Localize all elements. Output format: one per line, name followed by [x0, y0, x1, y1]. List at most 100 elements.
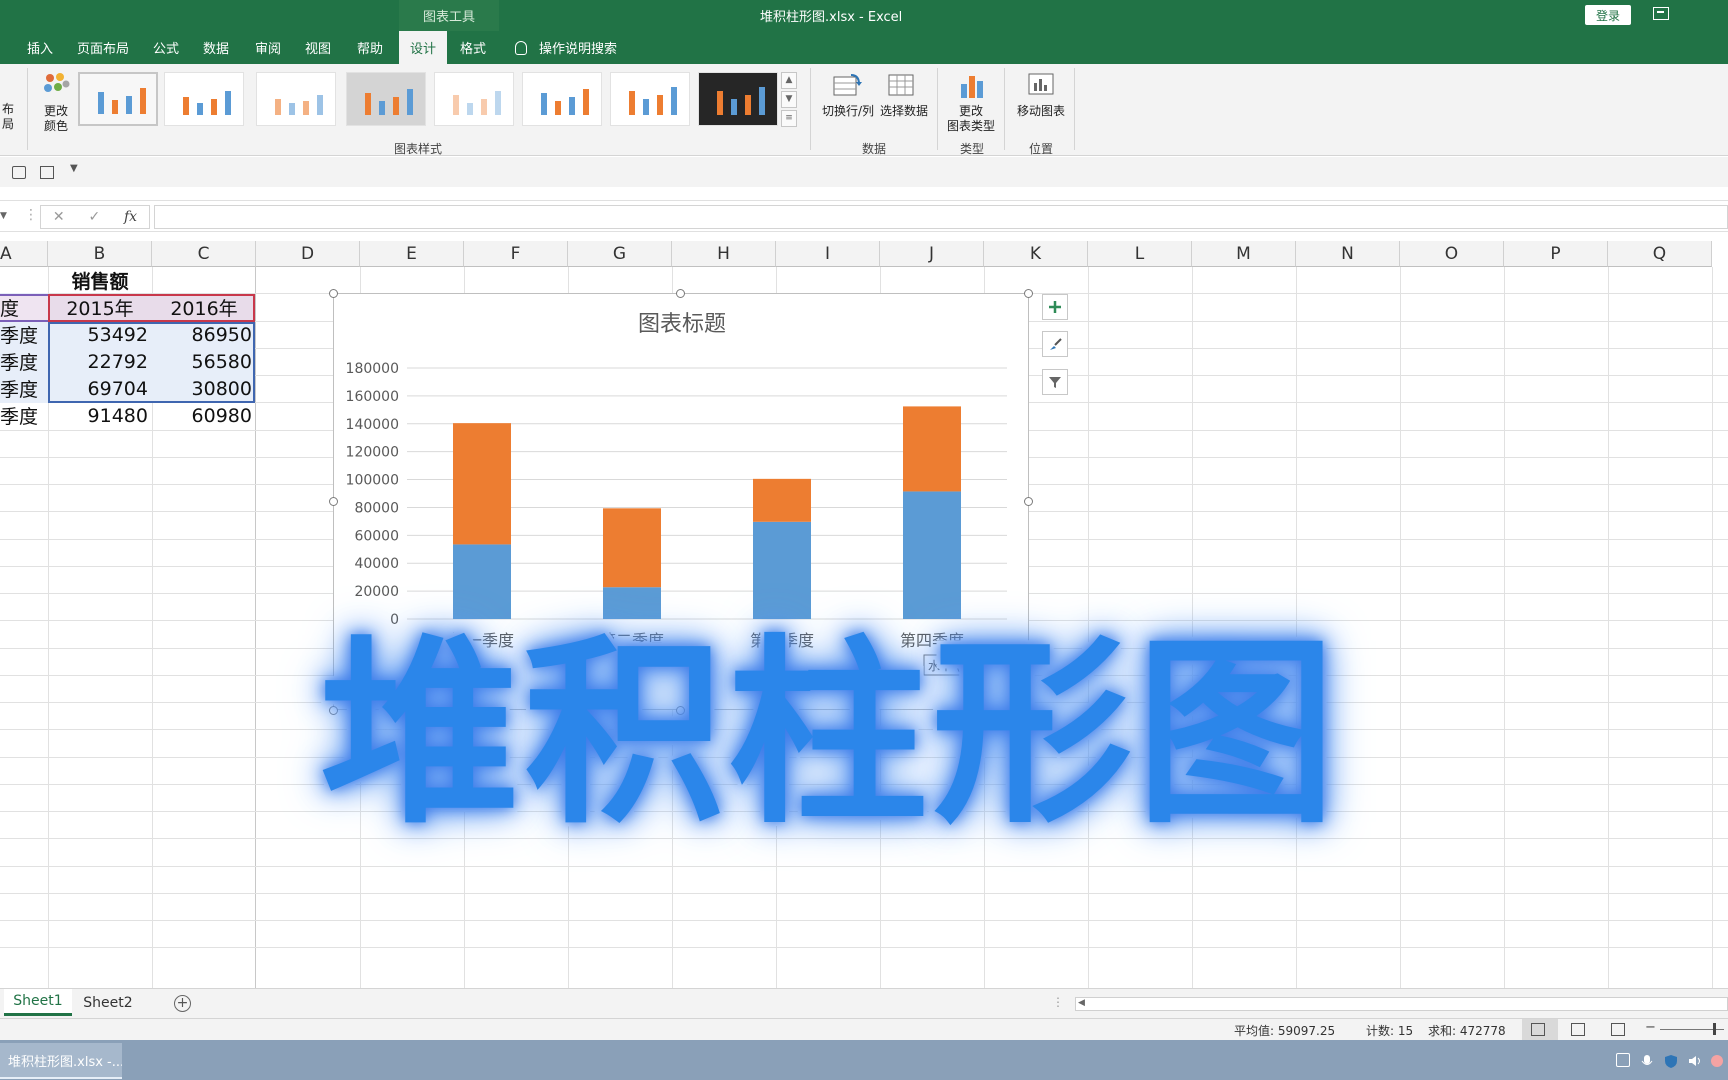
page-layout-view-icon[interactable]: [1571, 1023, 1585, 1036]
move-chart-button[interactable]: 移动图表: [1014, 104, 1068, 119]
column-header-m[interactable]: M: [1192, 241, 1296, 267]
switch-row-column-button[interactable]: 切换行/列: [820, 104, 876, 119]
zoom-out-icon[interactable]: −: [1645, 1020, 1656, 1035]
table-cell-value[interactable]: 86950: [152, 321, 256, 348]
app-tray-icon[interactable]: [1710, 1053, 1724, 1067]
chart-style-7[interactable]: [610, 72, 690, 126]
zoom-slider-thumb[interactable]: [1713, 1023, 1716, 1035]
table-row-label[interactable]: 季度: [0, 375, 48, 402]
cancel-icon[interactable]: ✕: [53, 209, 65, 225]
change-chart-type-button[interactable]: 更改 图表类型: [945, 104, 997, 134]
column-header-b[interactable]: B: [48, 241, 152, 267]
column-header-q[interactable]: Q: [1608, 241, 1712, 267]
tab-view[interactable]: 视图: [300, 31, 336, 64]
table-cell-value[interactable]: 22792: [48, 348, 152, 375]
column-header-n[interactable]: N: [1296, 241, 1400, 267]
tab-format[interactable]: 格式: [455, 31, 491, 64]
volume-icon[interactable]: [1688, 1053, 1702, 1067]
taskbar-excel-item[interactable]: 堆积柱形图.xlsx -...: [0, 1043, 122, 1079]
chart-style-2[interactable]: [164, 72, 244, 126]
chart-style-3[interactable]: [256, 72, 336, 126]
table-row-label[interactable]: 季度: [0, 321, 48, 348]
change-colors-label: 更改: [43, 104, 68, 118]
tab-splitter-icon[interactable]: ⋮: [1052, 995, 1064, 1009]
table-cell-value[interactable]: 30800: [152, 375, 256, 402]
table-cell-value[interactable]: 60980: [152, 402, 256, 429]
enter-icon[interactable]: ✓: [88, 209, 100, 225]
column-header-f[interactable]: F: [464, 241, 568, 267]
gallery-up-icon[interactable]: ▲: [781, 72, 797, 89]
table-row-label[interactable]: 季度: [0, 348, 48, 375]
chart-style-6[interactable]: [522, 72, 602, 126]
chart-resize-handle[interactable]: [329, 497, 338, 506]
quick-layout-fragment[interactable]: 布局: [0, 102, 16, 132]
gallery-down-icon[interactable]: ▼: [781, 91, 797, 108]
chart-styles-button[interactable]: [1042, 331, 1068, 357]
change-colors-button[interactable]: 更改 颜色: [36, 104, 76, 134]
add-sheet-icon[interactable]: +: [174, 995, 191, 1012]
column-header-a[interactable]: A: [0, 241, 48, 267]
column-header-o[interactable]: O: [1400, 241, 1504, 267]
keyboard-icon[interactable]: [1616, 1053, 1630, 1067]
chart-elements-button[interactable]: [1042, 294, 1068, 320]
column-header-c[interactable]: C: [152, 241, 256, 267]
chart-tools-context-label: 图表工具: [399, 0, 499, 31]
column-header-g[interactable]: G: [568, 241, 672, 267]
column-header-d[interactable]: D: [256, 241, 360, 267]
chart-style-8[interactable]: [698, 72, 778, 126]
table-header-2016[interactable]: 2016年: [152, 294, 256, 321]
status-sum[interactable]: 求和: 472778: [1428, 1022, 1506, 1039]
table-cell-value[interactable]: 69704: [48, 375, 152, 402]
chart-style-5[interactable]: [434, 72, 514, 126]
status-average[interactable]: 平均值: 59097.25: [1234, 1022, 1335, 1039]
tab-help[interactable]: 帮助: [352, 31, 388, 64]
table-title[interactable]: 销售额: [48, 267, 152, 294]
column-header-j[interactable]: J: [880, 241, 984, 267]
table-header-2015[interactable]: 2015年: [48, 294, 152, 321]
column-header-p[interactable]: P: [1504, 241, 1608, 267]
tab-data[interactable]: 数据: [198, 31, 234, 64]
print-preview-icon[interactable]: [12, 166, 26, 179]
normal-view-icon[interactable]: [1531, 1023, 1545, 1036]
table-row-label[interactable]: 季度: [0, 402, 48, 429]
ribbon-display-options-icon[interactable]: [1653, 7, 1669, 20]
select-data-button[interactable]: 选择数据: [878, 104, 930, 119]
tell-me-search[interactable]: 操作说明搜索: [515, 31, 617, 64]
name-box-dropdown-icon[interactable]: ▼: [0, 211, 7, 221]
table-cell-value[interactable]: 91480: [48, 402, 152, 429]
tab-review[interactable]: 审阅: [250, 31, 286, 64]
formula-input[interactable]: [154, 205, 1728, 229]
chart-resize-handle[interactable]: [329, 289, 338, 298]
microphone-icon[interactable]: [1640, 1053, 1654, 1067]
tab-insert[interactable]: 插入: [22, 31, 58, 64]
chart-resize-handle[interactable]: [1024, 497, 1033, 506]
tab-formulas[interactable]: 公式: [148, 31, 184, 64]
tab-page-layout[interactable]: 页面布局: [72, 31, 134, 64]
qat-dropdown-icon[interactable]: ▼: [70, 163, 78, 174]
scroll-left-icon[interactable]: ◀: [1078, 998, 1085, 1008]
sheet-tab-1[interactable]: Sheet1: [4, 989, 72, 1016]
column-header-k[interactable]: K: [984, 241, 1088, 267]
chart-style-1[interactable]: [78, 72, 158, 126]
table-cell-value[interactable]: 53492: [48, 321, 152, 348]
table-header-a[interactable]: 度: [0, 294, 48, 321]
tab-design[interactable]: 设计: [399, 31, 447, 64]
login-button[interactable]: 登录: [1585, 5, 1631, 25]
column-header-l[interactable]: L: [1088, 241, 1192, 267]
chart-filters-button[interactable]: [1042, 369, 1068, 395]
security-icon[interactable]: [1664, 1053, 1678, 1068]
column-header-e[interactable]: E: [360, 241, 464, 267]
chart-resize-handle[interactable]: [676, 289, 685, 298]
column-header-i[interactable]: I: [776, 241, 880, 267]
chart-element-icon[interactable]: [40, 166, 54, 179]
sheet-tab-2[interactable]: Sheet2: [76, 989, 140, 1016]
status-count[interactable]: 计数: 15: [1366, 1022, 1413, 1039]
horizontal-scrollbar[interactable]: ◀: [1075, 997, 1728, 1011]
table-cell-value[interactable]: 56580: [152, 348, 256, 375]
gallery-more-icon[interactable]: ≡: [781, 110, 797, 127]
column-header-h[interactable]: H: [672, 241, 776, 267]
chart-resize-handle[interactable]: [1024, 289, 1033, 298]
page-break-view-icon[interactable]: [1611, 1023, 1625, 1036]
insert-function-icon[interactable]: fx: [124, 209, 137, 225]
chart-style-4[interactable]: [346, 72, 426, 126]
